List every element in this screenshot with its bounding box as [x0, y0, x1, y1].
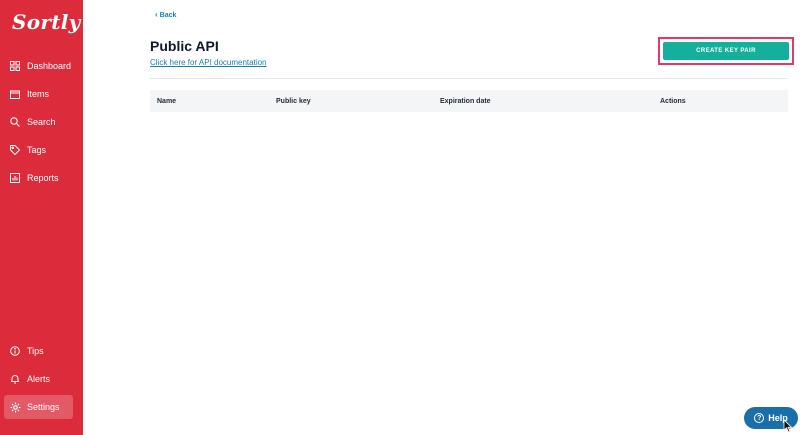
column-header-expiration-date[interactable]: Expiration date	[440, 98, 491, 105]
bell-icon	[8, 372, 22, 386]
dashboard-icon	[8, 59, 22, 73]
tag-icon	[8, 143, 22, 157]
sidebar-item-tips[interactable]: Tips	[4, 339, 73, 363]
sidebar-item-label: Reports	[27, 173, 59, 183]
items-icon	[8, 87, 22, 101]
gear-icon	[8, 400, 22, 414]
column-header-public-key[interactable]: Public key	[276, 98, 311, 105]
sortly-logo[interactable]: Sortly	[12, 10, 81, 34]
sidebar-item-reports[interactable]: Reports	[4, 166, 73, 190]
sidebar-item-label: Tags	[27, 145, 47, 155]
back-label: Back	[159, 11, 177, 19]
chevron-left-icon: ‹	[155, 10, 158, 19]
table-header: Name Public key Expiration date Actions	[150, 90, 788, 112]
sidebar-item-tags[interactable]: Tags	[4, 138, 73, 162]
mouse-cursor-icon	[783, 419, 793, 433]
create-key-pair-button[interactable]: CREATE KEY PAIR	[663, 42, 789, 60]
sidebar-item-settings[interactable]: Settings	[4, 395, 73, 419]
sidebar-item-label: Tips	[27, 346, 44, 356]
create-key-pair-highlight: CREATE KEY PAIR	[658, 37, 794, 65]
sidebar-item-alerts[interactable]: Alerts	[4, 367, 73, 391]
sidebar: Sortly Dashboard Items Search Tags Repor…	[0, 0, 83, 435]
sidebar-item-items[interactable]: Items	[4, 82, 73, 106]
sidebar-item-label: Search	[27, 117, 56, 127]
back-link[interactable]: ‹ Back	[155, 11, 176, 19]
tips-icon	[8, 344, 22, 358]
page-title: Public API	[150, 38, 219, 54]
sidebar-item-label: Alerts	[27, 374, 51, 384]
sidebar-item-dashboard[interactable]: Dashboard	[4, 54, 73, 78]
sidebar-item-label: Settings	[27, 402, 60, 412]
reports-icon	[8, 171, 22, 185]
sidebar-item-label: Items	[27, 89, 50, 99]
question-icon: ?	[754, 413, 765, 423]
api-documentation-link[interactable]: Click here for API documentation	[150, 58, 267, 67]
sidebar-item-label: Dashboard	[27, 61, 72, 71]
column-header-name[interactable]: Name	[157, 98, 176, 105]
column-header-actions: Actions	[660, 97, 686, 105]
search-icon	[8, 115, 22, 129]
sidebar-item-search[interactable]: Search	[4, 110, 73, 134]
divider	[150, 78, 788, 79]
